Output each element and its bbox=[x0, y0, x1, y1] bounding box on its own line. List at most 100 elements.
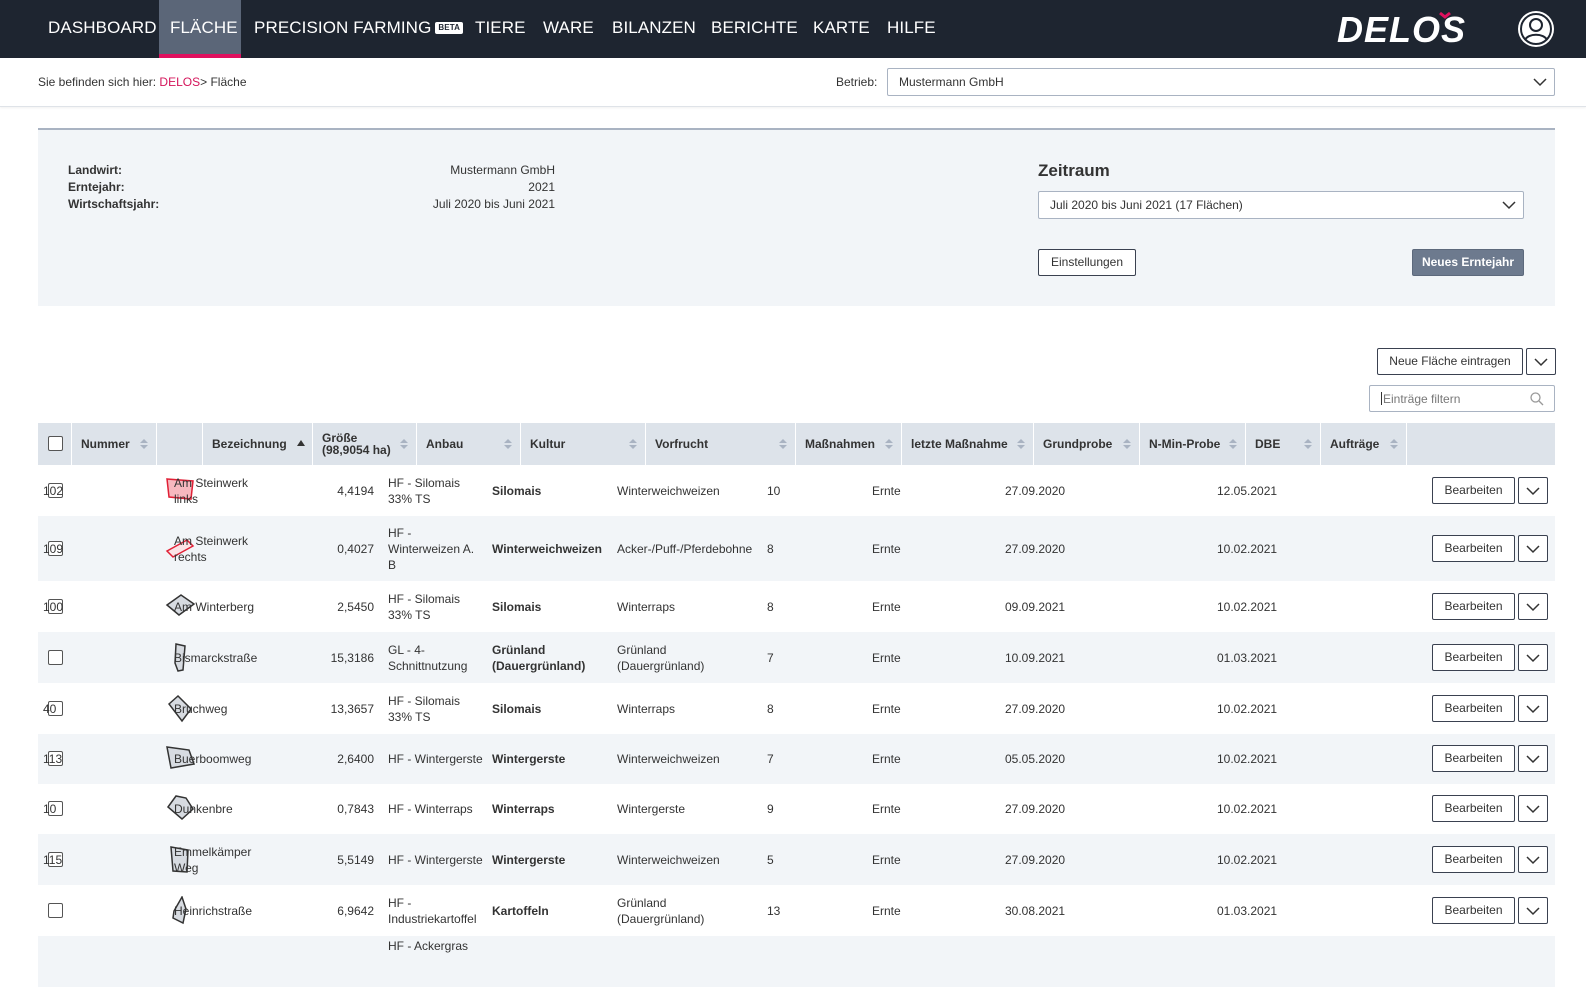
nav-flaeche[interactable]: FLÄCHE bbox=[159, 0, 241, 58]
row-actions-dropdown[interactable] bbox=[1518, 795, 1548, 822]
cell-anbau: HF - Winterweizen A. B bbox=[388, 525, 475, 572]
col-bezeichnung[interactable]: Bezeichnung bbox=[203, 423, 313, 465]
col-kultur[interactable]: Kultur bbox=[521, 423, 646, 465]
nav-karte[interactable]: KARTE bbox=[813, 0, 870, 58]
cell-grundprobe: 05.05.2020 bbox=[1005, 752, 1066, 766]
col-letzte-massnahme[interactable]: letzte Maßnahme bbox=[902, 423, 1034, 465]
col-dbe[interactable]: DBE bbox=[1246, 423, 1321, 465]
cell-groesse: 6,9642 bbox=[337, 903, 374, 918]
table-row[interactable]: 113 Buerboomweg 2,6400 HF - Wintergerste Win… bbox=[38, 734, 1555, 784]
delos-logo[interactable]: DELOS bbox=[1337, 9, 1495, 49]
sort-icon bbox=[1390, 439, 1398, 449]
cell-bezeichnung: Am Steinwerk rechts bbox=[174, 533, 249, 564]
cell-massnahmen: 8 bbox=[767, 701, 774, 716]
filter-input[interactable]: Einträge filtern bbox=[1369, 385, 1555, 412]
new-area-button[interactable]: Neue Fläche eintragen bbox=[1377, 348, 1523, 375]
new-area-dropdown-button[interactable] bbox=[1526, 348, 1556, 375]
table-row[interactable]: HF - Ackergras bbox=[38, 936, 1555, 987]
cell-anbau: HF - Wintergerste bbox=[388, 852, 483, 867]
table-row[interactable]: 10 Dunkenbre 0,7843 HF - Winterraps Winterra… bbox=[38, 784, 1555, 834]
col-nummer-label: Nummer bbox=[81, 437, 130, 451]
cell-bezeichnung bbox=[174, 938, 270, 954]
edit-button[interactable]: Bearbeiten bbox=[1432, 897, 1515, 924]
edit-button[interactable]: Bearbeiten bbox=[1432, 695, 1515, 722]
table-row[interactable]: 115 Emmelkämper Weg 5,5149 HF - Wintergerst… bbox=[38, 834, 1555, 885]
cell-auftraege bbox=[1292, 516, 1367, 581]
settings-button[interactable]: Einstellungen bbox=[1038, 249, 1136, 276]
nav-bilanzen[interactable]: BILANZEN bbox=[612, 0, 696, 58]
sort-icon bbox=[1123, 439, 1131, 449]
col-groesse-sub: (98,9054 ha) bbox=[322, 443, 391, 457]
col-massnahmen[interactable]: Maßnahmen bbox=[796, 423, 902, 465]
cell-vorfrucht: Winterweichweizen bbox=[617, 483, 720, 498]
col-nummer[interactable]: Nummer bbox=[72, 423, 157, 465]
row-actions-dropdown[interactable] bbox=[1518, 644, 1548, 671]
new-harvest-year-button[interactable]: Neues Erntejahr bbox=[1412, 249, 1524, 276]
sort-icon bbox=[629, 439, 637, 449]
cell-massnahmen bbox=[767, 938, 857, 954]
nav-berichte[interactable]: BERICHTE bbox=[711, 0, 798, 58]
edit-button[interactable]: Bearbeiten bbox=[1432, 846, 1515, 873]
cell-vorfrucht: Grünland (Dauergrünland) bbox=[617, 895, 705, 926]
landwirt-label: Landwirt: bbox=[68, 163, 122, 177]
row-actions-dropdown[interactable] bbox=[1518, 897, 1548, 924]
nav-hilfe[interactable]: HILFE bbox=[887, 0, 936, 58]
breadcrumb-root-link[interactable]: DELOS bbox=[159, 75, 200, 89]
table-row[interactable]: Bismarckstraße 15,3186 GL - 4-Schnittnutzu… bbox=[38, 632, 1555, 683]
cell-letzte: Ernte bbox=[872, 802, 901, 816]
select-all-cell bbox=[38, 423, 72, 465]
table-row[interactable]: Heinrichstraße 6,9642 HF - Industriekartof… bbox=[38, 885, 1555, 936]
edit-button[interactable]: Bearbeiten bbox=[1432, 795, 1515, 822]
user-avatar-icon[interactable] bbox=[1518, 11, 1554, 47]
row-actions-dropdown[interactable] bbox=[1518, 477, 1548, 504]
betrieb-select[interactable]: Mustermann GmbH bbox=[887, 68, 1555, 96]
row-actions-dropdown[interactable] bbox=[1518, 593, 1548, 620]
table-row[interactable]: 40 Bruchweg 13,3657 HF - Silomais 33% TS Sil… bbox=[38, 683, 1555, 734]
sort-icon bbox=[779, 439, 787, 449]
cell-groesse: 0,7843 bbox=[337, 802, 374, 816]
col-groesse[interactable]: Größe (98,9054 ha) bbox=[313, 423, 417, 465]
edit-button[interactable]: Bearbeiten bbox=[1432, 745, 1515, 772]
row-actions-dropdown[interactable] bbox=[1518, 846, 1548, 873]
cell-nummer: 10 bbox=[43, 802, 57, 816]
betrieb-select-value: Mustermann GmbH bbox=[899, 75, 1004, 89]
nav-dashboard[interactable]: DASHBOARD bbox=[48, 0, 157, 58]
sort-icon bbox=[1304, 439, 1312, 449]
cell-kultur: Winterweichweizen bbox=[492, 541, 602, 556]
col-vorfrucht-label: Vorfrucht bbox=[655, 437, 709, 451]
table-row[interactable]: 109 Am Steinwerk rechts 0,4027 HF - Winterw… bbox=[38, 516, 1555, 581]
col-grundprobe[interactable]: Grundprobe bbox=[1034, 423, 1140, 465]
col-kultur-label: Kultur bbox=[530, 437, 566, 451]
row-actions-dropdown[interactable] bbox=[1518, 535, 1548, 562]
col-letzte-label: letzte Maßnahme bbox=[911, 437, 1008, 451]
info-panel: Landwirt: Mustermann GmbH Erntejahr: 202… bbox=[38, 128, 1555, 306]
row-actions-dropdown[interactable] bbox=[1518, 745, 1548, 772]
cell-groesse: 13,3657 bbox=[330, 701, 374, 716]
edit-button[interactable]: Bearbeiten bbox=[1432, 477, 1515, 504]
cell-letzte: Ernte bbox=[872, 701, 901, 716]
nav-ware[interactable]: WARE bbox=[543, 0, 594, 58]
col-auftraege[interactable]: Aufträge bbox=[1321, 423, 1407, 465]
col-anbau[interactable]: Anbau bbox=[417, 423, 521, 465]
col-shape bbox=[157, 423, 203, 465]
cell-vorfrucht: Winterraps bbox=[617, 701, 676, 716]
cell-auftraege bbox=[1292, 581, 1367, 632]
select-all-checkbox[interactable] bbox=[48, 436, 63, 451]
zeitraum-select[interactable]: Juli 2020 bis Juni 2021 (17 Flächen) bbox=[1038, 191, 1524, 219]
table-row[interactable]: 100 Am Winterberg 2,5450 HF - Silomais 33% … bbox=[38, 581, 1555, 632]
cell-kultur: Wintergerste bbox=[492, 752, 566, 766]
nav-precision-farming[interactable]: PRECISION FARMING BETA bbox=[254, 0, 463, 58]
col-vorfrucht[interactable]: Vorfrucht bbox=[646, 423, 796, 465]
cell-vorfrucht: Winterweichweizen bbox=[617, 852, 720, 867]
cell-anbau: HF - Silomais 33% TS bbox=[388, 693, 461, 724]
edit-button[interactable]: Bearbeiten bbox=[1432, 644, 1515, 671]
nav-precision-farming-label: PRECISION FARMING bbox=[254, 18, 432, 37]
edit-button[interactable]: Bearbeiten bbox=[1432, 593, 1515, 620]
row-actions-dropdown[interactable] bbox=[1518, 695, 1548, 722]
col-nmin-probe[interactable]: N-Min-Probe bbox=[1140, 423, 1246, 465]
edit-button[interactable]: Bearbeiten bbox=[1432, 535, 1515, 562]
table-row[interactable]: 102 Am Steinwerk links 4,4194 HF - Silomais… bbox=[38, 465, 1555, 516]
cell-nmin bbox=[1111, 734, 1206, 784]
cell-kultur: Silomais bbox=[492, 599, 542, 614]
nav-tiere[interactable]: TIERE bbox=[475, 0, 526, 58]
